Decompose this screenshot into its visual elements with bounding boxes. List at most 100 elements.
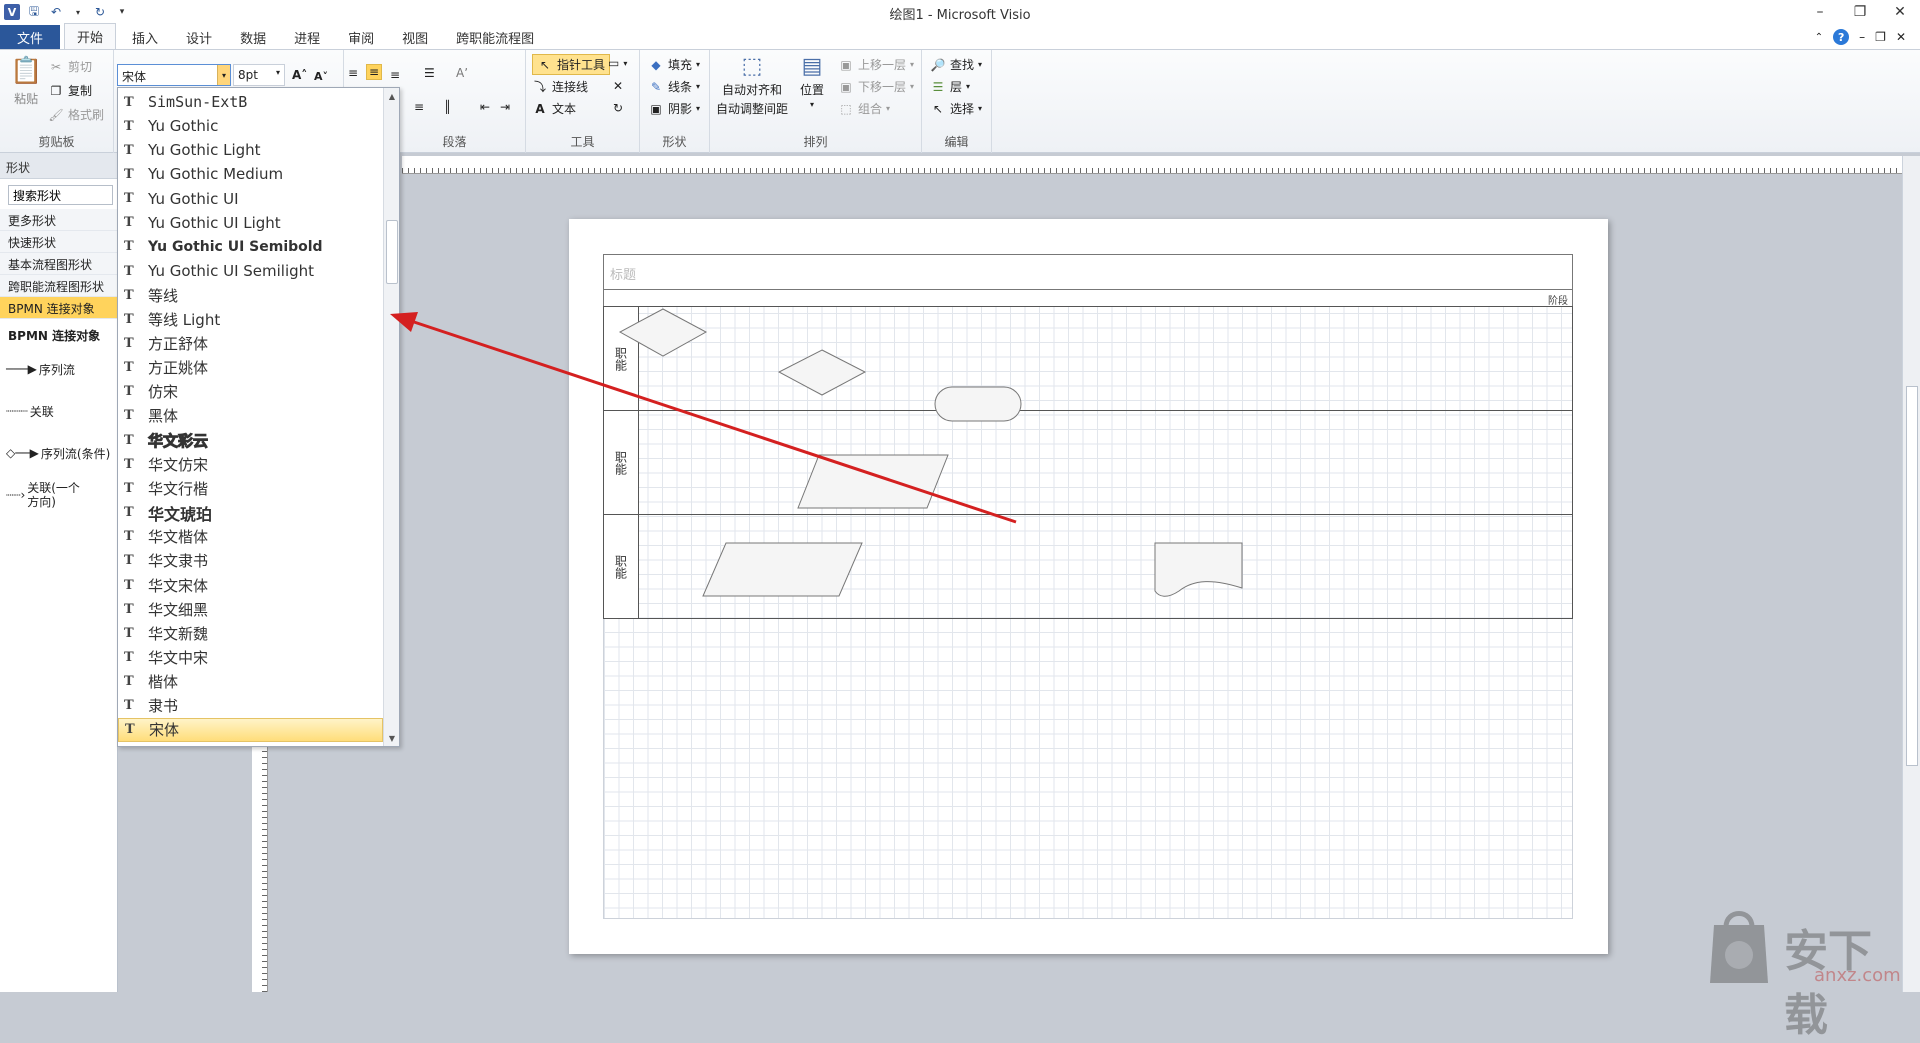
scroll-up-icon[interactable]: ▲ xyxy=(384,88,400,104)
close-button[interactable]: ✕ xyxy=(1880,0,1920,24)
tab-view[interactable]: 视图 xyxy=(390,25,440,49)
shadow-button[interactable]: ▣ 阴影 ▾ xyxy=(648,100,700,117)
align-bottom-icon[interactable]: ≡ xyxy=(390,68,400,82)
shape-sequence-flow[interactable]: ───▶ 序列流 xyxy=(0,348,117,390)
font-option[interactable]: T 黑体 xyxy=(118,404,383,428)
customize-qat-icon[interactable]: ▾ xyxy=(114,4,130,20)
select-button[interactable]: ↖ 选择 ▾ xyxy=(930,100,982,117)
connection-point-button[interactable]: ✕ xyxy=(610,78,626,94)
font-name-dropdown-arrow-icon[interactable]: ▾ xyxy=(217,65,230,85)
font-option[interactable]: T 华文仿宋 xyxy=(118,452,383,476)
stencil-cross-functional[interactable]: 跨职能流程图形状 xyxy=(0,275,117,297)
font-option[interactable]: T Yu Gothic UI Semibold xyxy=(118,235,383,259)
doc-minimize-icon[interactable]: – xyxy=(1859,30,1865,44)
font-option[interactable]: T Yu Gothic UI Light xyxy=(118,211,383,235)
auto-align-space-button[interactable]: ⬚ 自动对齐和 自动调整间距 xyxy=(716,54,788,117)
stencil-bpmn-connecting[interactable]: BPMN 连接对象 xyxy=(0,297,117,319)
tab-review[interactable]: 审阅 xyxy=(336,25,386,49)
undo-dropdown-icon[interactable]: ▾ xyxy=(70,4,86,20)
pool-title[interactable]: 标题 xyxy=(603,254,1573,290)
font-option[interactable]: T Yu Gothic Light xyxy=(118,138,383,162)
font-name-combobox[interactable]: 宋体 xyxy=(117,64,231,86)
search-shapes-input[interactable] xyxy=(8,185,113,205)
font-option[interactable]: T 华文新魏 xyxy=(118,621,383,645)
phase-label[interactable]: 阶段 xyxy=(603,289,1573,307)
font-option[interactable]: T 华文宋体 xyxy=(118,573,383,597)
visio-app-icon[interactable]: V xyxy=(4,4,20,20)
restore-button[interactable]: ❐ xyxy=(1840,0,1880,24)
bring-forward-button[interactable]: ▣ 上移一层 ▾ xyxy=(838,56,914,73)
swimlane-label[interactable]: 职能 xyxy=(604,411,639,514)
tab-process[interactable]: 进程 xyxy=(282,25,332,49)
swimlane-1[interactable]: 职能 xyxy=(603,306,1573,411)
tab-file[interactable]: 文件 xyxy=(0,25,61,49)
send-backward-button[interactable]: ▣ 下移一层 ▾ xyxy=(838,78,914,95)
stencil-quick-shapes[interactable]: 快速形状 xyxy=(0,231,117,253)
swimlane-label[interactable]: 职能 xyxy=(604,307,639,410)
text-tool-button[interactable]: A 文本 xyxy=(532,100,576,117)
fill-button[interactable]: ◆ 填充 ▾ xyxy=(648,56,700,73)
font-option[interactable]: T 华文彩云 xyxy=(118,428,383,452)
redo-icon[interactable]: ↻ xyxy=(92,4,108,20)
minimize-button[interactable]: – xyxy=(1800,0,1840,24)
font-option[interactable]: T 等线 xyxy=(118,283,383,307)
font-option[interactable]: T 华文隶书 xyxy=(118,549,383,573)
vertical-scrollbar[interactable] xyxy=(1902,156,1920,992)
font-option[interactable]: T 等线 Light xyxy=(118,307,383,331)
copy-button[interactable]: ❐ 复制 xyxy=(48,82,92,99)
rectangle-tool-button[interactable]: ▭ ▾ xyxy=(608,56,627,70)
drawing-page[interactable]: 标题 阶段 职能 职能 职能 xyxy=(569,219,1608,954)
font-list-scrollbar[interactable]: ▲ ▼ xyxy=(383,88,399,746)
doc-restore-icon[interactable]: ❐ xyxy=(1875,30,1886,44)
text-direction-icon[interactable]: Aʼ xyxy=(456,66,468,80)
grow-font-icon[interactable]: A˄ xyxy=(292,68,307,82)
paste-button[interactable]: 📋 粘贴 xyxy=(10,56,42,107)
font-option[interactable]: T 华文中宋 xyxy=(118,645,383,669)
position-button[interactable]: ▤ 位置 ▾ xyxy=(800,54,824,109)
font-option[interactable]: T Yu Gothic UI xyxy=(118,187,383,211)
bullets-icon[interactable]: ☰ xyxy=(424,66,435,80)
swimlane-2[interactable]: 职能 xyxy=(603,410,1573,515)
format-painter-button[interactable]: 🖌 格式刷 xyxy=(48,106,104,123)
pointer-tool-button[interactable]: ↖ 指针工具 xyxy=(532,54,611,75)
shape-directed-association[interactable]: ┈┈› 关联(一个方向) xyxy=(0,474,117,516)
font-option[interactable]: T 华文楷体 xyxy=(118,525,383,549)
layers-button[interactable]: ☰ 层 ▾ xyxy=(930,78,970,95)
swimlane-3[interactable]: 职能 xyxy=(603,514,1573,619)
font-option[interactable]: T 华文琥珀 xyxy=(118,501,383,525)
scroll-down-icon[interactable]: ▼ xyxy=(384,730,400,746)
align-middle-icon[interactable]: ≡ xyxy=(366,64,383,80)
font-dropdown-list[interactable]: T SimSun-ExtB T Yu Gothic T Yu Gothic Light T Y… xyxy=(117,87,400,747)
tab-insert[interactable]: 插入 xyxy=(120,25,170,49)
tab-data[interactable]: 数据 xyxy=(228,25,278,49)
help-icon[interactable]: ? xyxy=(1833,29,1850,45)
font-option[interactable]: T SimSun-ExtB xyxy=(118,90,383,114)
group-button[interactable]: ⬚ 组合 ▾ xyxy=(838,100,890,117)
font-option[interactable]: T Yu Gothic UI Semilight xyxy=(118,259,383,283)
font-size-combobox[interactable]: 8pt ▾ xyxy=(233,64,285,86)
font-option[interactable]: T 楷体 xyxy=(118,670,383,694)
tab-home[interactable]: 开始 xyxy=(64,23,117,49)
stencil-basic-flowchart[interactable]: 基本流程图形状 xyxy=(0,253,117,275)
save-icon[interactable]: 🖫 xyxy=(26,4,42,20)
font-option[interactable]: T 方正舒体 xyxy=(118,332,383,356)
align-top-icon[interactable]: ≡ xyxy=(348,66,358,80)
connector-tool-button[interactable]: ⤵ 连接线 xyxy=(532,78,588,95)
ribbon-collapse-icon[interactable]: ⌃ xyxy=(1815,32,1823,43)
font-option[interactable]: T 隶书 xyxy=(118,694,383,718)
font-option[interactable]: T 方正姚体 xyxy=(118,356,383,380)
undo-icon[interactable]: ↶ xyxy=(48,4,64,20)
shrink-font-icon[interactable]: A˅ xyxy=(314,70,328,83)
stencil-more-shapes[interactable]: 更多形状 xyxy=(0,209,117,231)
doc-close-icon[interactable]: ✕ xyxy=(1896,30,1906,44)
font-option[interactable]: T Yu Gothic Medium xyxy=(118,162,383,186)
vertical-scrollbar-thumb[interactable] xyxy=(1906,386,1918,766)
increase-indent-icon[interactable]: ⇥ xyxy=(500,100,510,114)
line-button[interactable]: ✎ 线条 ▾ xyxy=(648,78,700,95)
find-button[interactable]: 🔎 查找 ▾ xyxy=(930,56,983,73)
font-option[interactable]: T 仿宋 xyxy=(118,380,383,404)
swimlane-label[interactable]: 职能 xyxy=(604,515,639,618)
decrease-indent-icon[interactable]: ⇤ xyxy=(480,100,490,114)
tab-design[interactable]: 设计 xyxy=(174,25,224,49)
justify-icon[interactable]: ≡ xyxy=(414,100,424,114)
